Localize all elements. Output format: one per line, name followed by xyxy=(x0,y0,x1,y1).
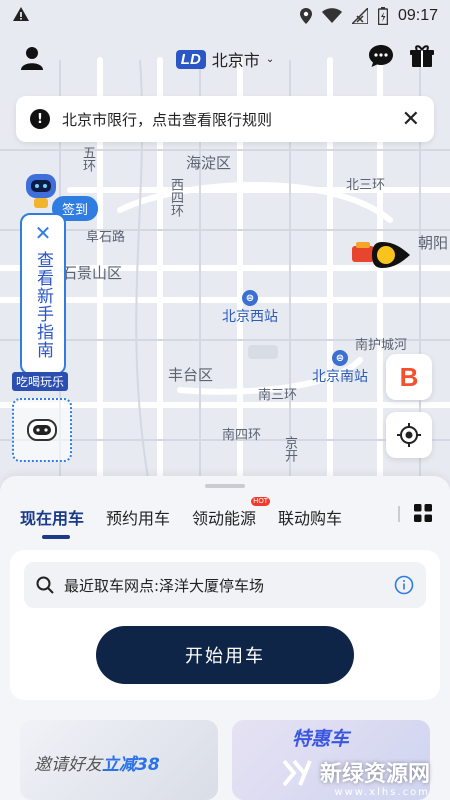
food-fun-tag[interactable]: 吃喝玩乐 xyxy=(12,372,69,391)
metro-icon: ⊜ xyxy=(242,290,258,306)
restriction-notice-text: 北京市限行，点击查看限行规则 xyxy=(62,110,273,129)
battery-icon xyxy=(377,7,388,25)
tab-divider xyxy=(398,506,400,522)
map-label-fushilu: 阜石路 xyxy=(86,230,126,245)
service-tabs: 现在用车 预约用车 领动能源 HOT 联动购车 xyxy=(0,497,450,539)
promo-invite-title: 邀请好友立减38 xyxy=(34,750,160,775)
promo-special-title: 特惠车 xyxy=(292,728,350,750)
user-profile-icon[interactable] xyxy=(20,46,44,70)
city-selector[interactable]: LD 北京市 ⌄ xyxy=(175,47,275,71)
start-button[interactable]: 开始用车 xyxy=(96,626,354,684)
sheet-handle[interactable] xyxy=(205,484,245,488)
metro-icon: ⊜ xyxy=(332,350,348,366)
map-label-jingkai: 京开 xyxy=(282,436,297,462)
search-icon xyxy=(36,576,54,594)
promo-invite-prefix: 邀请好友 xyxy=(34,755,102,775)
map-label-xisihuan: 西四环 xyxy=(168,178,183,217)
map-label-haidian: 海淀区 xyxy=(186,154,232,172)
pickup-search[interactable]: 最近取车网点:泽洋大厦停车场 xyxy=(24,562,426,608)
header: LD 北京市 ⌄ xyxy=(0,36,450,82)
customer-service-button[interactable] xyxy=(12,398,72,462)
hot-badge: HOT xyxy=(251,497,271,506)
car-location-pin-icon xyxy=(352,242,410,268)
message-icon[interactable] xyxy=(368,44,394,68)
robot-service-icon xyxy=(27,419,57,441)
new-user-guide[interactable]: ✕ 查看新手指南 xyxy=(20,213,66,375)
status-time: 09:17 xyxy=(397,7,438,24)
location-icon xyxy=(299,8,312,24)
crosshair-icon xyxy=(397,423,421,447)
pickup-text: 最近取车网点:泽洋大厦停车场 xyxy=(64,576,265,595)
wifi-icon xyxy=(321,8,342,23)
promo-invite-highlight: 立减38 xyxy=(102,755,160,775)
map-label-wuhuan: 五环 xyxy=(80,146,95,172)
station-south-label: 北京南站 xyxy=(312,369,368,385)
header-actions xyxy=(368,44,434,68)
watermark-text: 新绿资源网 xyxy=(319,762,430,787)
bottom-sheet: 现在用车 预约用车 领动能源 HOT 联动购车 最近取车网点:泽洋大厦停车场 开… xyxy=(0,476,450,800)
station-west[interactable]: ⊜ 北京西站 xyxy=(222,290,278,326)
locate-button[interactable] xyxy=(386,412,432,458)
map-label-beisanhuan: 北三环 xyxy=(346,178,386,193)
promo-invite[interactable]: 邀请好友立减38 xyxy=(20,720,218,800)
map-label-nansanhuan: 南三环 xyxy=(258,388,298,403)
restriction-notice[interactable]: ! 北京市限行，点击查看限行规则 ✕ xyxy=(16,96,434,142)
warning-icon xyxy=(13,7,29,21)
guide-text: 查看新手指南 xyxy=(33,251,53,359)
map-label-chaoyang: 朝阳 xyxy=(418,234,449,252)
tab-energy[interactable]: 领动能源 HOT xyxy=(192,497,271,529)
grid-menu-icon[interactable] xyxy=(414,504,432,522)
b-service-button[interactable]: B xyxy=(386,354,432,400)
tab-buy[interactable]: 联动购车 xyxy=(278,505,342,529)
car-marker[interactable] xyxy=(350,238,414,276)
watermark: 新绿资源网 www.xlhs.com xyxy=(282,756,430,798)
watermark-sub: www.xlhs.com xyxy=(334,787,430,798)
tab-reserve[interactable]: 预约用车 xyxy=(106,505,170,529)
status-right: 09:17 xyxy=(299,7,438,25)
map-label-shijingshan: 石景山区 xyxy=(62,264,123,282)
brand-logo: LD xyxy=(175,49,206,69)
signal-icon xyxy=(351,8,368,24)
status-bar: 09:17 xyxy=(0,0,450,32)
info-circle-icon[interactable] xyxy=(394,575,414,595)
chevron-down-icon: ⌄ xyxy=(265,53,275,65)
gift-icon[interactable] xyxy=(410,44,434,68)
watermark-logo xyxy=(282,759,312,787)
info-icon: ! xyxy=(30,109,50,129)
station-south[interactable]: ⊜ 北京南站 xyxy=(312,350,368,386)
city-name: 北京市 xyxy=(211,51,260,70)
guide-close-icon[interactable]: ✕ xyxy=(35,221,52,245)
status-left xyxy=(12,6,300,26)
station-west-label: 北京西站 xyxy=(222,309,278,325)
rent-card: 最近取车网点:泽洋大厦停车场 开始用车 xyxy=(10,550,440,700)
close-icon[interactable]: ✕ xyxy=(402,107,420,132)
tab-energy-label: 领动能源 xyxy=(192,509,257,528)
map-label-fengtai: 丰台区 xyxy=(168,366,214,384)
tab-now[interactable]: 现在用车 xyxy=(20,505,84,539)
map-label-nansihuan: 南四环 xyxy=(222,428,262,443)
